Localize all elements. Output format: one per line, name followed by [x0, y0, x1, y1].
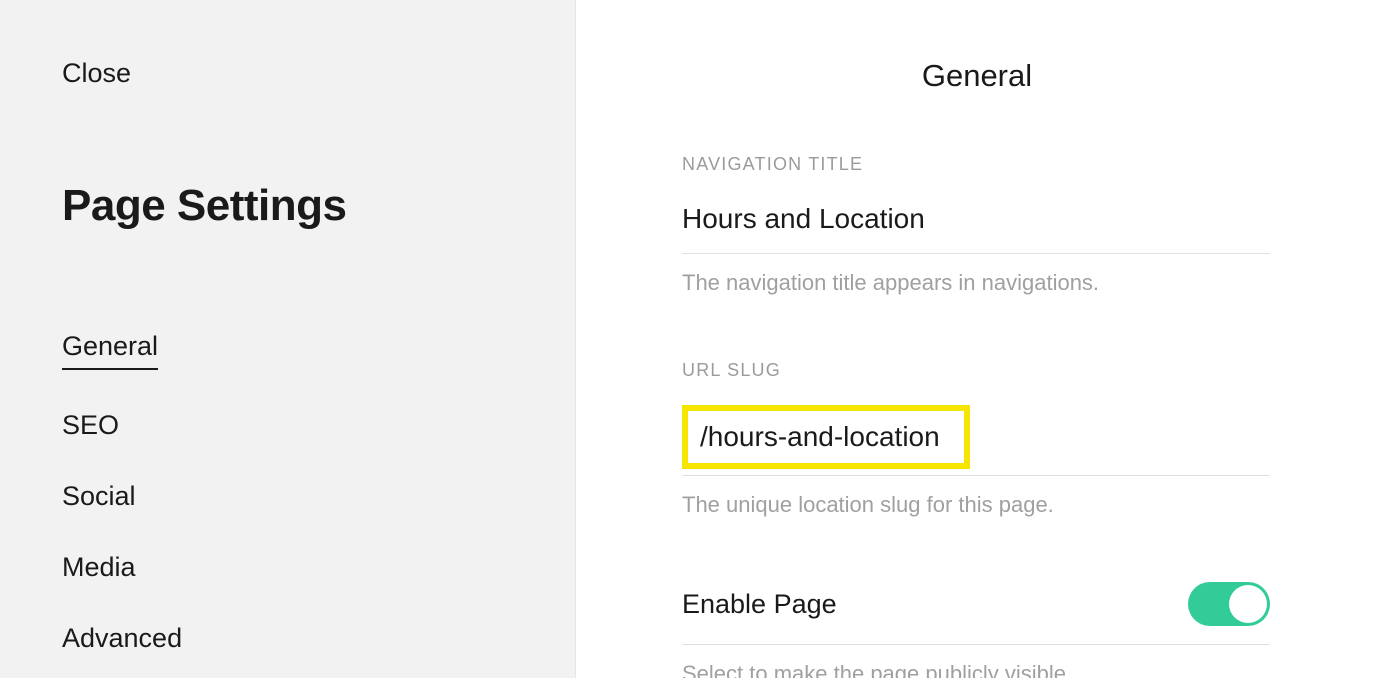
- nav-item-advanced[interactable]: Advanced: [62, 623, 182, 654]
- nav-item-media[interactable]: Media: [62, 552, 136, 583]
- enable-page-toggle[interactable]: [1188, 582, 1270, 626]
- url-slug-help: The unique location slug for this page.: [682, 492, 1270, 518]
- page-title: Page Settings: [62, 181, 513, 231]
- main-panel: General NAVIGATION TITLE The navigation …: [576, 0, 1378, 678]
- enable-page-section: Enable Page Select to make the page publ…: [576, 582, 1378, 678]
- navigation-title-section: NAVIGATION TITLE The navigation title ap…: [576, 154, 1378, 296]
- navigation-title-input[interactable]: [682, 199, 1270, 254]
- sidebar: Close Page Settings General SEO Social M…: [0, 0, 576, 678]
- navigation-title-label: NAVIGATION TITLE: [682, 154, 1270, 175]
- url-slug-input[interactable]: [700, 421, 952, 453]
- enable-page-help: Select to make the page publicly visible…: [682, 661, 1270, 678]
- url-slug-label: URL SLUG: [682, 360, 1270, 381]
- sidebar-nav: General SEO Social Media Advanced: [62, 331, 513, 654]
- url-slug-row: [682, 405, 1270, 476]
- enable-page-row: Enable Page: [682, 582, 1270, 645]
- nav-item-general[interactable]: General: [62, 331, 158, 370]
- nav-item-seo[interactable]: SEO: [62, 410, 119, 441]
- nav-item-social[interactable]: Social: [62, 481, 136, 512]
- toggle-knob: [1229, 585, 1267, 623]
- enable-page-label: Enable Page: [682, 589, 837, 620]
- url-slug-highlight: [682, 405, 970, 469]
- main-header: General: [576, 58, 1378, 94]
- url-slug-section: URL SLUG The unique location slug for th…: [576, 360, 1378, 518]
- navigation-title-help: The navigation title appears in navigati…: [682, 270, 1270, 296]
- close-button[interactable]: Close: [62, 58, 131, 89]
